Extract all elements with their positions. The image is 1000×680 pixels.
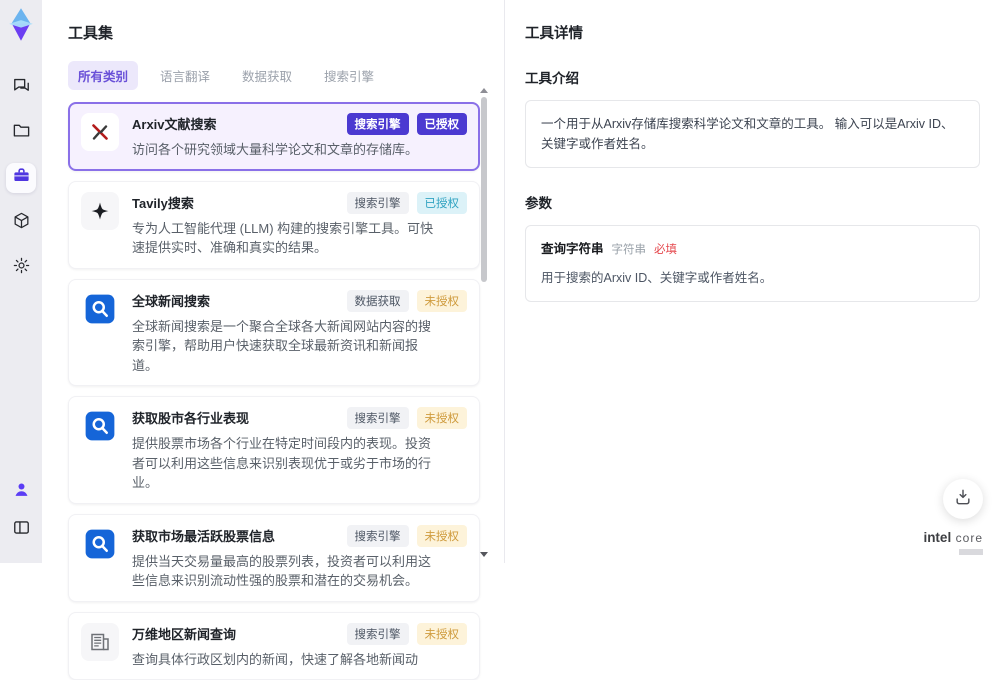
tool-description: 访问各个研究领域大量科学论文和文章的存储库。 xyxy=(132,140,434,160)
tool-list-pane: 工具集 所有类别 语言翻译 数据获取 搜索引擎 Arxiv文献搜索 搜索引擎 已… xyxy=(42,0,505,563)
blue-search-icon xyxy=(81,290,119,328)
list-scrollbar xyxy=(480,88,489,557)
status-badge: 已授权 xyxy=(417,192,468,214)
status-badge: 未授权 xyxy=(417,290,468,312)
category-badge: 搜索引擎 xyxy=(347,407,409,429)
intel-core-logo: intel core xyxy=(923,529,983,555)
category-badge: 搜索引擎 xyxy=(347,525,409,547)
status-badge: 未授权 xyxy=(417,407,468,429)
cube-icon xyxy=(12,211,31,235)
tool-card-regional-news[interactable]: 万维地区新闻查询 搜索引擎 未授权 查询具体行政区划内的新闻，快速了解各地新闻动 xyxy=(68,612,480,680)
chat-icon xyxy=(12,76,31,100)
sidebar-item-chat[interactable] xyxy=(6,73,36,103)
page-title: 工具集 xyxy=(68,22,504,43)
tool-name: Arxiv文献搜索 xyxy=(132,113,217,133)
four-point-star-icon xyxy=(81,192,119,230)
tool-name: 获取市场最活跃股票信息 xyxy=(132,525,275,545)
toolbox-icon xyxy=(12,166,31,190)
status-badge: 未授权 xyxy=(417,525,468,547)
tab-search-engine[interactable]: 搜索引擎 xyxy=(314,61,384,90)
blue-search-icon xyxy=(81,525,119,563)
user-icon xyxy=(12,480,31,504)
tool-description: 全球新闻搜索是一个聚合全球各大新闻网站内容的搜索引擎，帮助用户快速获取全球最新资… xyxy=(132,317,434,376)
tool-card-arxiv[interactable]: Arxiv文献搜索 搜索引擎 已授权 访问各个研究领域大量科学论文和文章的存储库… xyxy=(68,102,480,171)
param-box: 查询字符串 字符串 必填 用于搜索的Arxiv ID、关键字或作者姓名。 xyxy=(525,225,980,302)
param-description: 用于搜索的Arxiv ID、关键字或作者姓名。 xyxy=(541,268,964,288)
intel-logo-badge xyxy=(959,549,983,555)
arxiv-x-icon xyxy=(81,113,119,151)
param-required-label: 必填 xyxy=(654,241,677,259)
core-brand-text: core xyxy=(956,531,983,545)
category-tabs: 所有类别 语言翻译 数据获取 搜索引擎 xyxy=(68,61,504,90)
tool-card-sector-performance[interactable]: 获取股市各行业表现 搜索引擎 未授权 提供股票市场各个行业在特定时间段内的表现。… xyxy=(68,396,480,504)
tool-detail-pane: 工具详情 工具介绍 一个用于从Arxiv存储库搜索科学论文和文章的工具。 输入可… xyxy=(505,0,1000,563)
intel-brand-text: intel xyxy=(923,530,951,545)
app-window: 工具集 所有类别 语言翻译 数据获取 搜索引擎 Arxiv文献搜索 搜索引擎 已… xyxy=(0,0,1000,563)
tab-language-translation[interactable]: 语言翻译 xyxy=(150,61,220,90)
download-button[interactable] xyxy=(943,479,983,519)
tool-description: 查询具体行政区划内的新闻，快速了解各地新闻动 xyxy=(132,650,434,670)
tab-all-categories[interactable]: 所有类别 xyxy=(68,61,138,90)
panel-toggle-icon xyxy=(12,518,31,542)
tool-name: 全球新闻搜索 xyxy=(132,290,210,310)
left-icon-rail xyxy=(0,0,42,563)
folder-icon xyxy=(12,121,31,145)
tool-card-list: Arxiv文献搜索 搜索引擎 已授权 访问各个研究领域大量科学论文和文章的存储库… xyxy=(68,102,480,680)
gear-icon xyxy=(12,256,31,280)
tool-card-most-active-stocks[interactable]: 获取市场最活跃股票信息 搜索引擎 未授权 提供当天交易量最高的股票列表，投资者可… xyxy=(68,514,480,602)
app-logo-gem-icon xyxy=(6,7,36,43)
category-badge: 搜索引擎 xyxy=(347,623,409,645)
tool-name: 万维地区新闻查询 xyxy=(132,623,236,643)
scroll-down-arrow-icon[interactable] xyxy=(480,552,488,557)
sidebar-item-collapse[interactable] xyxy=(6,515,36,545)
intro-text: 一个用于从Arxiv存储库搜索科学论文和文章的工具。 输入可以是Arxiv ID… xyxy=(541,117,954,151)
intro-heading: 工具介绍 xyxy=(525,67,980,87)
scrollbar-thumb[interactable] xyxy=(481,97,487,282)
intro-box: 一个用于从Arxiv存储库搜索科学论文和文章的工具。 输入可以是Arxiv ID… xyxy=(525,100,980,168)
scroll-up-arrow-icon[interactable] xyxy=(480,88,488,93)
sidebar-item-models[interactable] xyxy=(6,208,36,238)
newspaper-icon xyxy=(81,623,119,661)
sidebar-item-settings[interactable] xyxy=(6,253,36,283)
param-name: 查询字符串 xyxy=(541,239,604,259)
download-icon xyxy=(953,487,973,512)
sidebar-item-account[interactable] xyxy=(6,477,36,507)
detail-title: 工具详情 xyxy=(525,22,980,43)
tool-card-global-news[interactable]: 全球新闻搜索 数据获取 未授权 全球新闻搜索是一个聚合全球各大新闻网站内容的搜索… xyxy=(68,279,480,387)
tab-data-fetch[interactable]: 数据获取 xyxy=(232,61,302,90)
status-badge: 未授权 xyxy=(417,623,468,645)
category-badge: 搜索引擎 xyxy=(347,113,409,135)
tool-name: Tavily搜索 xyxy=(132,192,194,212)
tool-card-tavily[interactable]: Tavily搜索 搜索引擎 已授权 专为人工智能代理 (LLM) 构建的搜索引擎… xyxy=(68,181,480,269)
tool-description: 提供股票市场各个行业在特定时间段内的表现。投资者可以利用这些信息来识别表现优于或… xyxy=(132,434,434,493)
sidebar-item-tools[interactable] xyxy=(6,163,36,193)
params-heading: 参数 xyxy=(525,192,980,212)
sidebar-item-files[interactable] xyxy=(6,118,36,148)
status-badge: 已授权 xyxy=(417,113,468,135)
tool-name: 获取股市各行业表现 xyxy=(132,407,249,427)
param-type: 字符串 xyxy=(612,241,647,259)
tool-description: 提供当天交易量最高的股票列表，投资者可以利用这些信息来识别流动性强的股票和潜在的… xyxy=(132,552,434,591)
blue-search-icon xyxy=(81,407,119,445)
category-badge: 搜索引擎 xyxy=(347,192,409,214)
tool-description: 专为人工智能代理 (LLM) 构建的搜索引擎工具。可快速提供实时、准确和真实的结… xyxy=(132,219,434,258)
category-badge: 数据获取 xyxy=(347,290,409,312)
